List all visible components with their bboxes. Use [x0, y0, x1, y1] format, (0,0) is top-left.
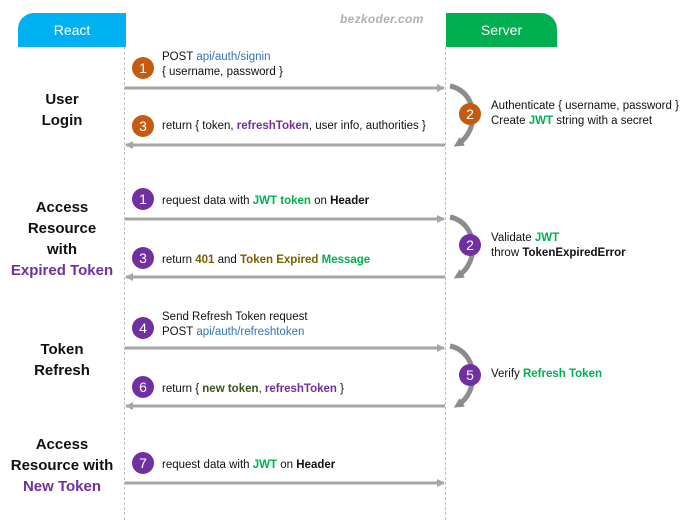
msg-text: { username, password }: [162, 66, 283, 78]
msg-text: Verify: [491, 368, 523, 380]
label-line: Token: [40, 341, 84, 358]
msg-text: return { token,: [162, 120, 237, 132]
section-label-user-login: User Login: [0, 89, 124, 131]
label-line: Access: [35, 199, 89, 216]
label-line: Login: [41, 112, 83, 129]
msg-text: on: [277, 459, 297, 471]
step-badge-1: 1: [132, 57, 154, 79]
label-line: Access: [35, 436, 89, 453]
label-line: Refresh: [34, 362, 90, 379]
expired-process-message: Validate JWT throw TokenExpiredError: [491, 231, 626, 261]
jwt-highlight: JWT: [528, 115, 553, 127]
label-line: User: [45, 91, 79, 108]
msg-text: Validate: [491, 232, 535, 244]
new-request-message: request data with JWT on Header: [162, 458, 335, 473]
label-highlight: Expired Token: [10, 262, 114, 279]
msg-text: request data with: [162, 459, 253, 471]
msg-text: POST: [162, 326, 197, 338]
msg-text: return: [162, 254, 196, 266]
msg-text: }: [336, 383, 344, 395]
section-label-token-refresh: Token Refresh: [0, 339, 124, 381]
msg-text: string with a secret: [553, 115, 653, 127]
msg-text: on: [310, 195, 331, 207]
refresh-process-message: Verify Refresh Token: [491, 367, 602, 382]
refresh-token-highlight: refreshToken: [236, 120, 309, 132]
token-expired-highlight: Token Expired: [240, 254, 319, 266]
message-highlight: Message: [321, 254, 371, 266]
step-badge-7: 7: [132, 452, 154, 474]
new-token-highlight: new token: [202, 383, 259, 395]
refresh-request-message: Send Refresh Token request POST api/auth…: [162, 310, 308, 340]
section-label-new-token: Access Resource with New Token: [0, 434, 124, 497]
header-highlight: Header: [296, 459, 336, 471]
msg-text: throw: [491, 247, 523, 259]
msg-text: return {: [162, 383, 203, 395]
label-highlight: New Token: [22, 478, 102, 495]
step-badge-1: 1: [132, 188, 154, 210]
endpoint-link: api/auth/signin: [196, 51, 271, 63]
label-line: Resource: [27, 220, 97, 237]
msg-text: request data with: [162, 195, 253, 207]
jwt-token-highlight: JWT token: [252, 195, 311, 207]
step-badge-4: 4: [132, 317, 154, 339]
step-badge-2: 2: [459, 234, 481, 256]
step-badge-3: 3: [132, 247, 154, 269]
expired-response-message: return 401 and Token Expired Message: [162, 253, 370, 268]
section-label-expired-token: Access Resource with Expired Token: [0, 197, 124, 281]
label-line: with: [47, 241, 77, 258]
header-highlight: Header: [330, 195, 370, 207]
refresh-token-highlight: refreshToken: [264, 383, 337, 395]
login-process-message: Authenticate { username, password } Crea…: [491, 99, 679, 129]
step-badge-5: 5: [459, 364, 481, 386]
msg-text: Authenticate { username, password }: [491, 100, 679, 112]
refresh-response-message: return { new token, refreshToken }: [162, 382, 344, 397]
msg-text: POST: [162, 51, 197, 63]
endpoint-link: api/auth/refreshtoken: [196, 326, 305, 338]
msg-text: Create: [491, 115, 529, 127]
expired-request-message: request data with JWT token on Header: [162, 194, 369, 209]
status-code-highlight: 401: [195, 254, 215, 266]
step-badge-6: 6: [132, 376, 154, 398]
refresh-token-highlight: Refresh Token: [522, 368, 602, 380]
msg-text: and: [214, 254, 241, 266]
step-badge-2: 2: [459, 103, 481, 125]
login-response-message: return { token, refreshToken, user info,…: [162, 119, 426, 134]
label-line: Resource with: [10, 457, 114, 474]
msg-text: , user info, authorities }: [308, 120, 426, 132]
step-badge-3: 3: [132, 115, 154, 137]
jwt-highlight: JWT: [252, 459, 278, 471]
msg-text: Send Refresh Token request: [162, 311, 308, 323]
error-highlight: TokenExpiredError: [522, 247, 626, 259]
jwt-highlight: JWT: [534, 232, 560, 244]
login-request-message: POST api/auth/signin { username, passwor…: [162, 50, 283, 80]
